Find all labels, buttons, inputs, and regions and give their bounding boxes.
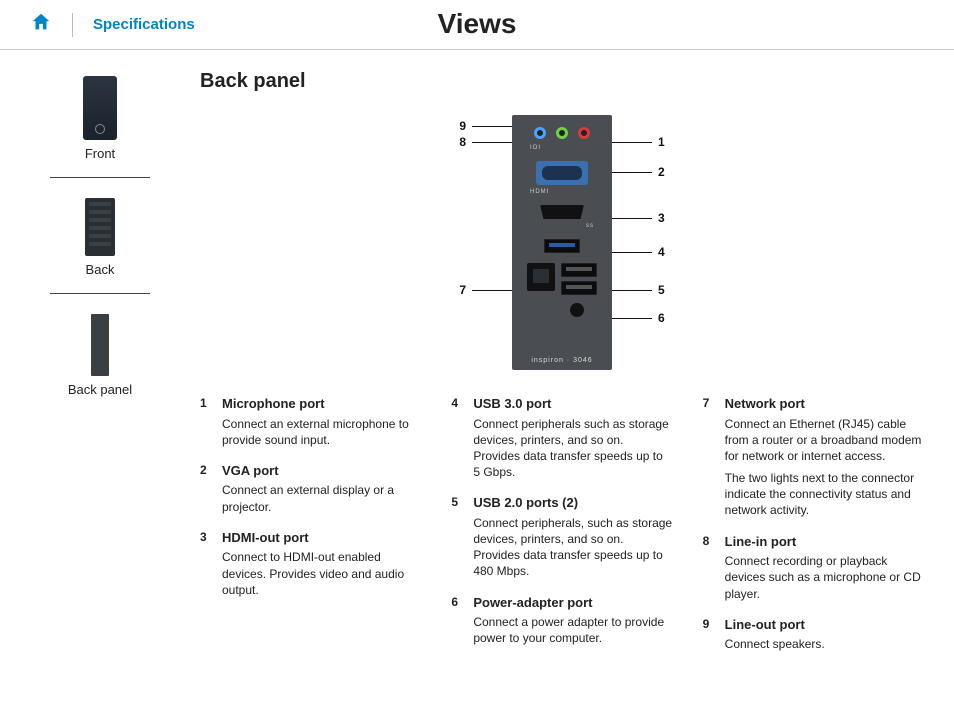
hdmi-port-icon [540,205,584,219]
section-title: Back panel [200,70,924,93]
item-title: Network port [725,395,924,413]
hdmi-label: HDMI [530,189,549,195]
item-title: Line-in port [725,533,924,551]
sidebar-item-front[interactable]: Front [83,70,117,161]
line-in-jack-icon [534,127,546,139]
usb2-port-icon [561,281,597,295]
port-item-5: 5 USB 2.0 ports (2) Connect peripherals, s… [451,494,672,579]
item-number: 6 [451,594,463,647]
item-description: Connect to HDMI-out enabled devices. Pro… [222,549,421,598]
top-bar: Specifications [0,0,954,50]
callout-4: 4 [612,245,665,259]
usb3-port-icon [544,239,580,253]
port-item-3: 3 HDMI-out port Connect to HDMI-out enable… [200,529,421,598]
usb3-side-label: ss [586,223,594,229]
item-number: 9 [703,616,715,653]
front-thumbnail-icon [83,76,117,140]
vga-port-icon [536,161,588,185]
item-description: Connect an external display or a project… [222,482,421,514]
sidebar-item-back[interactable]: Back [85,192,115,277]
back-panel-diagram: IOI HDMI ss inspiron · 3046 1 2 3 4 5 6 9 8 7 [392,105,732,375]
item-description: Connect peripherals such as storage devi… [473,416,672,481]
item-description: Connect an external microphone to provid… [222,416,421,448]
item-title: USB 2.0 ports (2) [473,494,672,512]
item-title: VGA port [222,462,421,480]
port-item-4: 4 USB 3.0 port Connect peripherals such as… [451,395,672,480]
divider [72,13,73,37]
vga-side-label: IOI [530,145,541,151]
callout-6: 6 [612,311,665,325]
port-item-8: 8 Line-in port Connect recording or playba… [703,533,924,602]
port-descriptions: 1 Microphone port Connect an external micr… [200,395,924,653]
item-title: HDMI-out port [222,529,421,547]
item-number: 2 [200,462,212,515]
item-number: 7 [703,395,715,519]
callout-5: 5 [612,283,665,297]
callout-7: 7 [459,283,512,297]
port-item-1: 1 Microphone port Connect an external micr… [200,395,421,448]
item-description: Connect recording or playback devices su… [725,553,924,602]
callout-3: 3 [612,211,665,225]
specifications-link[interactable]: Specifications [93,16,195,33]
item-description: Connect speakers. [725,636,924,652]
ethernet-port-icon [527,263,555,291]
callout-9: 9 [459,119,512,133]
item-number: 8 [703,533,715,602]
back-panel-thumbnail-icon [91,314,109,376]
back-thumbnail-icon [85,198,115,256]
port-item-6: 6 Power-adapter port Connect a power adapt… [451,594,672,647]
power-adapter-port-icon [570,303,584,317]
item-title: Power-adapter port [473,594,672,612]
item-description: Connect an Ethernet (RJ45) cable from a … [725,416,924,519]
line-out-jack-icon [556,127,568,139]
sidebar-divider [50,293,150,294]
panel-model-label: inspiron · 3046 [531,357,592,364]
port-item-9: 9 Line-out port Connect speakers. [703,616,924,653]
port-item-7: 7 Network port Connect an Ethernet (RJ45) … [703,395,924,519]
item-number: 1 [200,395,212,448]
mic-jack-icon [578,127,590,139]
sidebar-item-back-panel[interactable]: Back panel [68,308,132,397]
sidebar-item-label: Back [86,262,115,277]
item-title: USB 3.0 port [473,395,672,413]
item-title: Microphone port [222,395,421,413]
sidebar-divider [50,177,150,178]
callout-1: 1 [612,135,665,149]
item-number: 4 [451,395,463,480]
item-title: Line-out port [725,616,924,634]
panel-graphic: IOI HDMI ss inspiron · 3046 [512,115,612,370]
view-sidebar: Front Back Back panel [30,70,170,653]
port-item-2: 2 VGA port Connect an external display or … [200,462,421,515]
callout-2: 2 [612,165,665,179]
home-icon[interactable] [30,11,52,39]
item-number: 5 [451,494,463,579]
sidebar-item-label: Front [85,146,115,161]
usb2-port-icon [561,263,597,277]
item-description: Connect a power adapter to provide power… [473,614,672,646]
item-number: 3 [200,529,212,598]
main-content: Back panel IOI HDMI ss [200,70,924,653]
item-description: Connect peripherals, such as storage dev… [473,515,672,580]
sidebar-item-label: Back panel [68,382,132,397]
callout-8: 8 [459,135,512,149]
